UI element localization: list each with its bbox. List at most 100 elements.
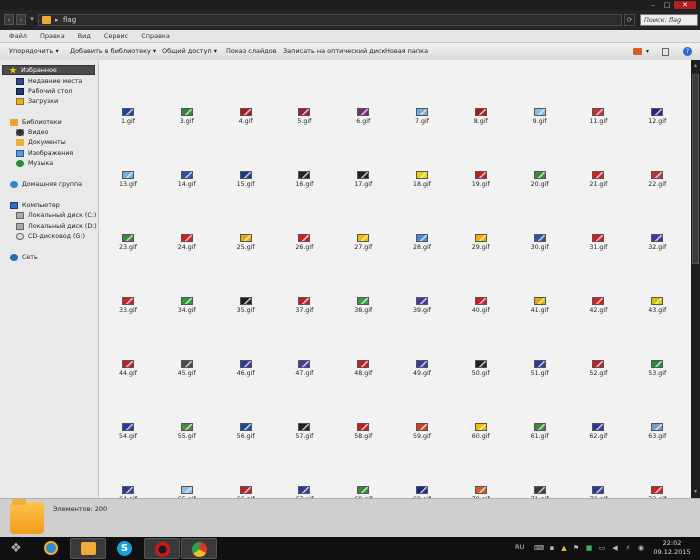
file-item[interactable]: 3.gif: [168, 108, 206, 125]
sidebar-item-documents[interactable]: Документы: [16, 137, 66, 147]
file-item[interactable]: 31.gif: [579, 234, 617, 251]
minimize-icon[interactable]: –: [646, 1, 660, 9]
file-item[interactable]: 64.gif: [109, 486, 147, 498]
file-item[interactable]: 47.gif: [285, 360, 323, 377]
file-item[interactable]: 11.gif: [579, 108, 617, 125]
file-item[interactable]: 39.gif: [403, 297, 441, 314]
view-options-chevron-icon[interactable]: ▾: [646, 43, 649, 60]
file-item[interactable]: 40.gif: [462, 297, 500, 314]
file-item[interactable]: 45.gif: [168, 360, 206, 377]
slideshow-button[interactable]: Показ слайдов: [226, 43, 277, 60]
file-item[interactable]: 59.gif: [403, 423, 441, 440]
file-item[interactable]: 60.gif: [462, 423, 500, 440]
breadcrumb-arrow-icon[interactable]: ▸: [55, 15, 59, 25]
file-item[interactable]: 29.gif: [462, 234, 500, 251]
file-item[interactable]: 23.gif: [109, 234, 147, 251]
file-item[interactable]: 26.gif: [285, 234, 323, 251]
file-item[interactable]: 46.gif: [227, 360, 265, 377]
menu-view[interactable]: Вид: [69, 30, 95, 42]
file-item[interactable]: 34.gif: [168, 297, 206, 314]
file-item[interactable]: 70.gif: [462, 486, 500, 498]
tray-flag-icon[interactable]: ⚑: [572, 544, 580, 552]
tray-network-icon[interactable]: ▪: [548, 544, 556, 552]
file-item[interactable]: 43.gif: [638, 297, 676, 314]
file-item[interactable]: 37.gif: [285, 297, 323, 314]
refresh-button[interactable]: ⟳: [624, 14, 635, 26]
burn-button[interactable]: Записать на оптический диск: [283, 43, 385, 60]
file-item[interactable]: 67.gif: [285, 486, 323, 498]
file-item[interactable]: 71.gif: [521, 486, 559, 498]
taskbar-chrome-button[interactable]: [181, 538, 217, 559]
sidebar-item-downloads[interactable]: Загрузки: [16, 96, 58, 106]
file-item[interactable]: 24.gif: [168, 234, 206, 251]
file-item[interactable]: 72.gif: [579, 486, 617, 498]
file-item[interactable]: 21.gif: [579, 171, 617, 188]
file-item[interactable]: 44.gif: [109, 360, 147, 377]
change-view-icon[interactable]: [633, 48, 642, 55]
file-item[interactable]: 22.gif: [638, 171, 676, 188]
file-item[interactable]: 54.gif: [109, 423, 147, 440]
sidebar-item-homegroup[interactable]: Домашняя группа: [10, 179, 82, 189]
file-item[interactable]: 41.gif: [521, 297, 559, 314]
file-item[interactable]: 9.gif: [521, 108, 559, 125]
file-item[interactable]: 27.gif: [344, 234, 382, 251]
file-item[interactable]: 25.gif: [227, 234, 265, 251]
file-item[interactable]: 30.gif: [521, 234, 559, 251]
vertical-scrollbar[interactable]: ▴ ▾: [691, 60, 700, 498]
taskbar-skype-button[interactable]: S: [107, 538, 143, 559]
sidebar-item-video[interactable]: Видео: [16, 127, 49, 137]
file-item[interactable]: 61.gif: [521, 423, 559, 440]
sidebar-item-libraries[interactable]: Библиотеки: [10, 117, 62, 127]
address-bar[interactable]: ▸ flag: [38, 14, 622, 26]
file-item[interactable]: 17.gif: [344, 171, 382, 188]
back-button[interactable]: ‹: [4, 14, 14, 25]
menu-file[interactable]: Файл: [0, 30, 31, 42]
search-input[interactable]: Поиск: flag: [640, 14, 698, 26]
breadcrumb[interactable]: flag: [63, 15, 76, 25]
tray-app-icon[interactable]: ■: [585, 544, 593, 552]
scrollbar-thumb[interactable]: [692, 74, 699, 264]
file-item[interactable]: 16.gif: [285, 171, 323, 188]
file-item[interactable]: 66.gif: [227, 486, 265, 498]
file-item[interactable]: 1.gif: [109, 108, 147, 125]
start-button[interactable]: ❖: [3, 538, 29, 559]
tray-power-icon[interactable]: ⚡: [624, 544, 632, 552]
tray-volume-icon[interactable]: ◀: [611, 544, 619, 552]
sidebar-item-disk-c[interactable]: Локальный диск (C:): [16, 210, 96, 220]
tray-keyboard-icon[interactable]: ⌨: [534, 544, 544, 552]
file-item[interactable]: 68.gif: [344, 486, 382, 498]
file-item[interactable]: 62.gif: [579, 423, 617, 440]
tray-warning-icon[interactable]: ▲: [560, 544, 568, 552]
file-item[interactable]: 8.gif: [462, 108, 500, 125]
menu-edit[interactable]: Правка: [31, 30, 69, 42]
help-icon[interactable]: ?: [683, 47, 692, 56]
file-item[interactable]: 13.gif: [109, 171, 147, 188]
scroll-down-icon[interactable]: ▾: [692, 488, 699, 496]
file-item[interactable]: 42.gif: [579, 297, 617, 314]
file-item[interactable]: 38.gif: [344, 297, 382, 314]
menu-tools[interactable]: Сервис: [95, 30, 132, 42]
maximize-icon[interactable]: □: [660, 1, 674, 9]
forward-button[interactable]: ›: [16, 14, 26, 25]
file-item[interactable]: 73.gif: [638, 486, 676, 498]
close-icon[interactable]: ✕: [674, 1, 696, 9]
tray-display-icon[interactable]: ▭: [598, 544, 606, 552]
file-item[interactable]: 5.gif: [285, 108, 323, 125]
sidebar-item-network[interactable]: Сеть: [10, 252, 38, 262]
file-item[interactable]: 48.gif: [344, 360, 382, 377]
file-item[interactable]: 56.gif: [227, 423, 265, 440]
file-item[interactable]: 55.gif: [168, 423, 206, 440]
preview-pane-icon[interactable]: [662, 48, 669, 56]
file-item[interactable]: 69.gif: [403, 486, 441, 498]
file-item[interactable]: 20.gif: [521, 171, 559, 188]
file-item[interactable]: 12.gif: [638, 108, 676, 125]
file-item[interactable]: 33.gif: [109, 297, 147, 314]
new-folder-button[interactable]: Новая папка: [385, 43, 428, 60]
file-item[interactable]: 4.gif: [227, 108, 265, 125]
menu-help[interactable]: Справка: [132, 30, 174, 42]
clock[interactable]: 22:02 09.12.2015: [650, 539, 694, 557]
file-item[interactable]: 28.gif: [403, 234, 441, 251]
file-item[interactable]: 19.gif: [462, 171, 500, 188]
file-item[interactable]: 50.gif: [462, 360, 500, 377]
sidebar-item-recent-places[interactable]: Недавние места: [16, 76, 82, 86]
